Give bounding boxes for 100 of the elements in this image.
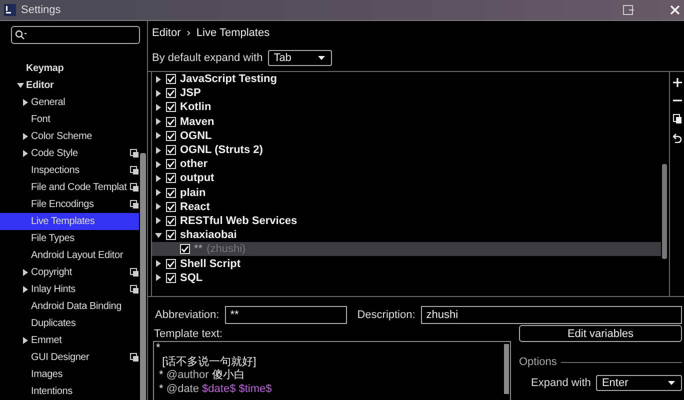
dropdown-caret-icon — [318, 56, 325, 60]
app-logo-icon — [4, 4, 16, 16]
checkbox[interactable] — [166, 188, 176, 198]
expand-dropdown[interactable]: Tab — [268, 50, 332, 66]
add-icon[interactable] — [672, 78, 682, 87]
expand-arrow-icon[interactable] — [155, 189, 162, 196]
template-description: (zhushi) — [206, 243, 246, 256]
window-title: Settings — [21, 4, 61, 16]
sidebar-item[interactable]: File Encodings — [0, 196, 139, 213]
checkbox[interactable] — [166, 88, 176, 98]
sidebar-item[interactable]: Emmet — [0, 332, 139, 349]
expand-arrow-icon[interactable] — [155, 174, 162, 182]
checkbox[interactable] — [166, 145, 176, 156]
search-icon — [15, 30, 27, 40]
checkbox[interactable] — [166, 272, 176, 283]
template-editor[interactable]: * [话不多说一句就好] * @author 傻小白 * @date $date$ $time$ — [153, 341, 511, 400]
checkbox[interactable] — [166, 159, 176, 170]
checkbox[interactable] — [166, 173, 176, 184]
template-group-name[interactable]: SQL — [180, 272, 203, 284]
edit-variables-button[interactable]: Edit variables — [519, 325, 682, 342]
checkbox[interactable] — [166, 74, 176, 84]
expand-arrow-icon[interactable] — [155, 260, 162, 268]
expand-arrow-icon[interactable] — [155, 146, 162, 154]
sidebar-item[interactable]: Duplicates — [0, 315, 139, 332]
breadcrumb-separator: › — [186, 27, 190, 39]
expand-arrow-icon[interactable] — [155, 203, 162, 210]
checkbox[interactable] — [166, 116, 176, 127]
template-group-name[interactable]: OGNL — [180, 130, 212, 142]
checkbox[interactable] — [166, 130, 176, 141]
expand-arrow-icon[interactable] — [155, 132, 162, 140]
expand-arrow-icon[interactable] — [22, 286, 29, 293]
sidebar-item[interactable]: Editor — [0, 77, 139, 94]
template-group-name[interactable]: shaxiaobai — [180, 229, 237, 242]
sidebar-item[interactable]: General — [0, 94, 139, 111]
collapse-arrow-icon[interactable] — [155, 232, 162, 239]
expand-label: By default expand with — [152, 52, 263, 64]
expand-arrow-icon[interactable] — [22, 337, 29, 344]
template-row[interactable]: ** (zhushi) — [152, 242, 661, 256]
template-name: ** — [194, 243, 203, 256]
expand-arrow-icon[interactable] — [22, 99, 29, 106]
abbreviation-field[interactable]: ** — [225, 306, 348, 324]
sidebar-item[interactable]: Color Scheme — [0, 128, 139, 145]
sidebar-item[interactable]: Code Style — [0, 145, 139, 162]
breadcrumb-item[interactable]: Editor — [152, 27, 181, 39]
expand-arrow-icon[interactable] — [155, 274, 162, 282]
description-field[interactable]: zhushi — [421, 306, 682, 324]
sidebar-item[interactable]: Images — [0, 366, 139, 383]
expand-arrow-icon[interactable] — [155, 118, 162, 126]
expand-arrow-icon[interactable] — [22, 150, 29, 157]
sidebar-item[interactable]: Android Data Binding — [0, 298, 139, 315]
checkbox[interactable] — [166, 216, 176, 226]
undo-icon[interactable] — [672, 133, 682, 143]
dropdown-caret-icon — [668, 381, 675, 385]
template-group-name[interactable]: output — [180, 172, 214, 184]
template-group-name[interactable]: React — [180, 200, 210, 213]
template-group-name[interactable]: JavaScript Testing — [180, 73, 277, 86]
abbreviation-label: Abbreviation: — [155, 309, 220, 321]
sidebar-item[interactable]: Font — [0, 111, 139, 128]
sidebar-item[interactable]: Android Layout Editor — [0, 247, 139, 264]
scrollbar[interactable] — [662, 164, 667, 259]
template-group-name[interactable]: Kotlin — [180, 101, 212, 114]
template-group-name[interactable]: Maven — [180, 116, 214, 128]
collapse-arrow-icon[interactable] — [17, 82, 24, 89]
template-group-name[interactable]: RESTful Web Services — [180, 214, 298, 227]
sidebar-item[interactable]: Keymap — [0, 60, 139, 77]
template-group-name[interactable]: OGNL (Struts 2) — [180, 144, 263, 156]
breadcrumb-item[interactable]: Live Templates — [196, 27, 270, 39]
options-heading: Options — [519, 356, 557, 368]
template-text-label: Template text: — [154, 328, 224, 341]
sidebar-item[interactable]: GUI Designer — [0, 349, 139, 366]
checkbox[interactable] — [166, 102, 176, 112]
expand-with-label: Expand with — [531, 377, 591, 389]
template-group-name[interactable]: Shell Script — [180, 258, 241, 270]
expand-arrow-icon[interactable] — [155, 160, 162, 168]
sidebar-item[interactable]: Live Templates — [0, 213, 139, 230]
sidebar-item[interactable]: Inlay Hints — [0, 281, 139, 298]
expand-arrow-icon[interactable] — [155, 217, 162, 224]
template-group-name[interactable]: plain — [180, 186, 206, 199]
expand-arrow-icon[interactable] — [155, 76, 162, 83]
expand-with-dropdown[interactable]: Enter — [596, 375, 682, 391]
close-icon[interactable] — [670, 5, 680, 15]
sidebar-item[interactable]: File and Code Templat — [0, 179, 139, 196]
expand-arrow-icon[interactable] — [22, 269, 29, 276]
sidebar-item[interactable]: File Types — [0, 230, 139, 247]
template-group-name[interactable]: JSP — [180, 87, 201, 100]
expand-arrow-icon[interactable] — [155, 90, 162, 97]
description-label: Description: — [357, 309, 416, 321]
copy-icon[interactable] — [672, 114, 682, 124]
expand-arrow-icon[interactable] — [155, 104, 162, 111]
checkbox[interactable] — [166, 202, 176, 212]
checkbox[interactable] — [166, 258, 176, 269]
sidebar-item[interactable]: Inspections — [0, 162, 139, 179]
checkbox[interactable] — [166, 230, 176, 240]
sidebar-item[interactable]: Copyright — [0, 264, 139, 281]
restore-icon[interactable] — [623, 5, 635, 15]
sidebar-item[interactable]: Intentions — [0, 383, 139, 400]
checkbox[interactable] — [180, 244, 190, 254]
expand-arrow-icon[interactable] — [22, 133, 29, 140]
search-field[interactable] — [11, 26, 140, 44]
template-group-name[interactable]: other — [180, 158, 208, 170]
